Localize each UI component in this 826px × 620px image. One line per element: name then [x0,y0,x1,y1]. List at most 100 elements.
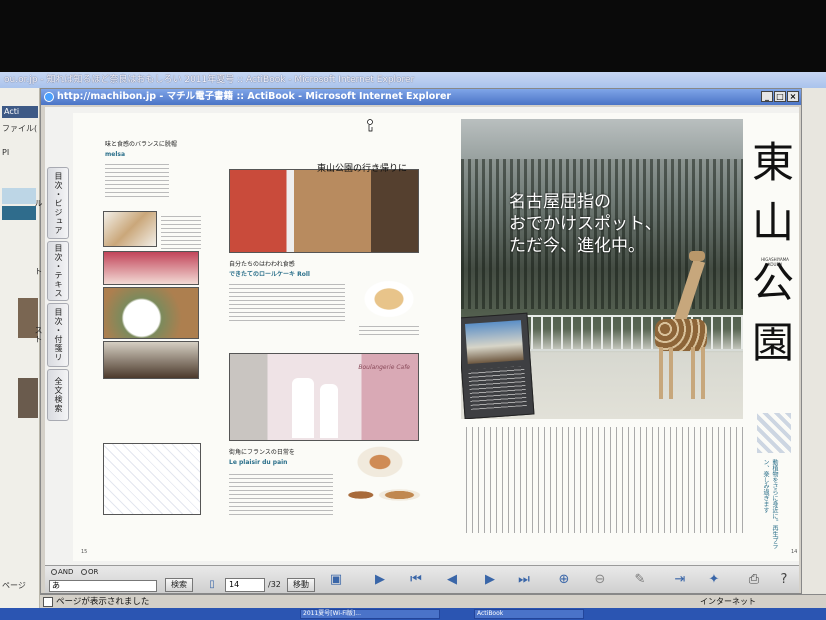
article-text [105,161,169,197]
roll-cake-plate-photo [359,277,419,317]
background-window-title[interactable]: ou.or.jp - 知れば知るほど奈良はおもしろい 2011年夏号 :: Ac… [0,72,826,88]
ie-icon [44,92,54,102]
background-status-hint: ページ [2,581,26,590]
vertical-title: 東 山 公 園 [749,133,797,373]
article-body-text [461,427,743,533]
caption-text [161,213,201,249]
catch-line: ただ今、進化中。 [509,236,645,256]
first-page-icon[interactable]: ⏮ [407,571,425,589]
shop-name-melsa: melsa [105,151,125,158]
sandwich-photo [335,477,421,513]
window-titlebar[interactable]: http://machibon.jp - マチル電子書籍 :: ActiBook… [41,89,801,105]
inset-photo-card [461,312,535,419]
tab-text-contents[interactable]: 目次・テキスト [34,241,69,301]
window-controls: _ □ × [761,91,799,102]
title-char: 東 [751,138,794,187]
giraffe-head [689,251,705,261]
bread-plate-photo [355,445,405,479]
area-map [103,443,201,515]
page-number-input[interactable]: 14 [225,578,265,592]
bakery-sign: Boulangerie Cafe [358,364,410,371]
pen-icon[interactable]: ✎ [631,571,649,589]
caption-text [359,323,419,335]
or-radio[interactable]: OR [81,568,98,576]
shop-heading: 自分たちのはわわれ食感 [229,261,295,268]
window-title: http://machibon.jp - マチル電子書籍 :: ActiBook… [57,91,452,102]
zoom-out-icon[interactable]: ⊖ [591,571,609,589]
roll-cake-shop-photo [229,169,419,253]
go-button[interactable]: 移動 [287,578,315,592]
shop-name-roll: できたてのロールケーキ Roll [229,271,310,278]
background-tab-label[interactable]: Acti [2,106,38,118]
background-thumbnail [18,378,38,418]
last-page-icon[interactable]: ⏭ [515,571,533,589]
giraffe-leg [659,347,663,399]
status-text: ページが表示されました [56,597,150,607]
giraffe-leg [701,347,705,399]
screen: ou.or.jp - 知れば知るほど奈良はおもしろい 2011年夏号 :: Ac… [0,0,826,620]
lunch-plate-photo [103,287,199,339]
print-icon[interactable]: ⎙ [745,571,763,589]
tab-visual-contents[interactable]: 目次・ビジュアル [34,167,69,239]
giraffe-park-photo: 名古屋屈指の おでかけスポット、 ただ今、進化中。 [461,119,743,419]
and-radio[interactable]: AND [51,568,73,576]
article-text [229,281,345,321]
giraffe-leg [691,347,695,399]
article-text [229,471,333,517]
fence [521,315,743,351]
background-side-block-dark [2,206,36,220]
play-icon[interactable]: ▶ [371,571,389,589]
cake-photo [103,211,157,247]
windows-taskbar: 2011夏号[Wi-Fi版]... ActiBook [0,608,826,620]
page-number-right: 14 [791,549,798,555]
page-icon: ▯ [209,579,215,590]
search-input[interactable]: あ [49,580,157,592]
tab-sticky-list[interactable]: 目次・付箋リスト [34,303,69,367]
close-button[interactable]: × [787,91,799,102]
previous-page-icon[interactable]: ◀ [443,571,461,589]
title-char: 山 [751,198,794,247]
next-page-icon[interactable]: ▶ [481,571,499,589]
background-side-label: PI [2,148,10,157]
search-button[interactable]: 検索 [165,578,193,592]
magazine-page-right[interactable]: 名古屋屈指の おでかけスポット、 ただ今、進化中。 東 山 公 園 HIGASH… [461,113,799,561]
lead-text: 動植物をさらに身近に。再生プラン、楽しみ過ぎます [762,459,778,549]
magazine-page-left[interactable]: 味と食感のバランスに脱帽 melsa 自分たちのはわわれ食感 できたてのロールケ… [73,113,461,561]
twitter-icon[interactable]: ✦ [705,571,723,589]
decorative-pattern [757,413,791,453]
feature-headline: 東山公園の行き帰りに [317,164,408,174]
bakery-interior-photo: Boulangerie Cafe [229,353,419,441]
section-header: 味と食感のバランスに脱帽 [105,141,177,148]
background-file-menu[interactable]: ファイル( [2,123,37,134]
inset-photo [464,320,524,364]
viewer-toolbar: AND OR あ 検索 ▯ 14 /32 移動 ▣ ▶ ⏮ ◀ ▶ ⏭ ⊕ ⊖ … [45,565,799,593]
help-icon[interactable]: ? [775,571,793,589]
minimize-button[interactable]: _ [761,91,773,102]
page-status-icon [43,597,53,607]
catch-line: おでかけスポット、 [509,214,662,234]
catch-line: 名古屋屈指の [509,192,611,212]
internet-zone: インターネット [700,597,756,606]
status-bar: ページが表示されました インターネット [40,594,826,608]
cafe-interior-photo [103,341,199,379]
strawberry-cake-photo [103,251,199,285]
export-icon[interactable]: ⇥ [671,571,689,589]
maximize-button[interactable]: □ [774,91,786,102]
taskbar-item[interactable]: 2011夏号[Wi-Fi版]... [300,609,440,619]
total-pages: /32 [268,580,281,589]
baker-figure [292,378,314,438]
browser-window: http://machibon.jp - マチル電子書籍 :: ActiBook… [34,88,802,594]
background-sidebar: Acti ファイル( PI ページ [0,88,40,618]
bookshelf-icon[interactable]: ▣ [327,571,345,589]
catch-copy: 名古屋屈指の おでかけスポット、 ただ今、進化中。 [509,191,662,257]
zoom-in-icon[interactable]: ⊕ [555,571,573,589]
giraffe-leg [669,347,673,399]
actibook-viewer: 目次・ビジュアル 目次・テキスト 目次・付箋リスト 全文検索 味と食感のバランス… [34,107,799,593]
title-char: 園 [751,318,794,367]
hand-cursor-icon [367,119,373,132]
staff-figure [320,384,338,438]
shop-name-plaisir: Le plaisir du pain [229,459,288,466]
tab-fulltext-search[interactable]: 全文検索 [47,369,69,421]
taskbar-item[interactable]: ActiBook [474,609,584,619]
shop-heading: 街角にフランスの日常を [229,449,295,456]
